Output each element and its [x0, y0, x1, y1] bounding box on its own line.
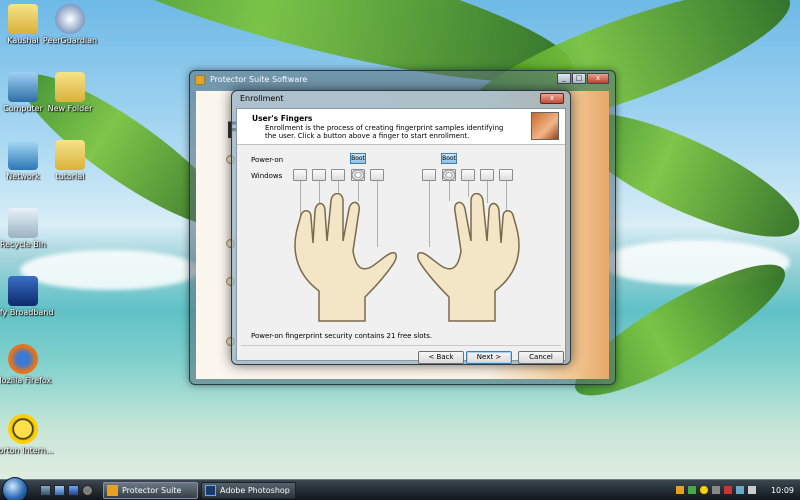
main-window-titlebar[interactable]: Protector Suite Software: [190, 71, 615, 89]
dialog-close-button[interactable]: x: [540, 93, 564, 104]
finger-button-left-ring[interactable]: [312, 169, 326, 181]
firefox-quicklaunch-icon[interactable]: [82, 485, 93, 496]
desktop-icon-new-folder[interactable]: New Folder: [38, 72, 102, 113]
desktop-icon-recycle-bin[interactable]: Recycle Bin: [0, 208, 55, 249]
dialog-title: Enrollment: [240, 94, 284, 103]
finger-button-right-index[interactable]: [442, 169, 456, 181]
finger-button-left-index[interactable]: [351, 169, 365, 181]
taskbar-clock[interactable]: 10:09: [771, 480, 794, 500]
dialog-titlebar[interactable]: Enrollment x: [232, 91, 570, 107]
footer-divider: [241, 345, 561, 346]
recycle-bin-icon: [8, 208, 38, 238]
protector-icon: [107, 485, 118, 496]
maximize-button[interactable]: □: [572, 73, 586, 84]
desktop-icon-tutorial[interactable]: tutorial: [38, 140, 102, 181]
norton-icon: [8, 414, 38, 444]
desktop-icon-peerguardian[interactable]: PeerGuardian: [38, 4, 102, 45]
free-slots-status: Power-on fingerprint security contains 2…: [251, 332, 433, 340]
computer-icon: [8, 72, 38, 102]
wizard-header-description: Enrollment is the process of creating fi…: [265, 124, 504, 140]
finger-button-right-ring[interactable]: [480, 169, 494, 181]
tray-connection-icon[interactable]: [736, 486, 744, 494]
back-button[interactable]: < Back: [418, 351, 464, 364]
photoshop-icon: [205, 485, 216, 496]
internet-explorer-icon[interactable]: [68, 485, 79, 496]
finger-button-left-little[interactable]: [293, 169, 307, 181]
protector-icon: [195, 75, 205, 85]
enrollment-dialog[interactable]: Enrollment x User's Fingers Enrollment i…: [231, 90, 571, 365]
right-hand-icon: [417, 193, 520, 322]
taskbar-item-protector-suite[interactable]: Protector Suite Soft...: [103, 482, 198, 499]
taskbar-item-label: Adobe Photoshop: [220, 486, 290, 495]
tray-volume-icon[interactable]: [748, 486, 756, 494]
taskbar-item-label: Protector Suite Soft...: [122, 486, 182, 495]
tray-protector-icon[interactable]: [676, 486, 684, 494]
wizard-header-title: User's Fingers: [252, 114, 313, 123]
finger-button-right-little[interactable]: [499, 169, 513, 181]
dialog-content: User's Fingers Enrollment is the process…: [236, 108, 566, 364]
desktop-icon-firefox[interactable]: Mozilla Firefox: [0, 344, 55, 385]
next-button[interactable]: Next >: [466, 351, 512, 364]
tray-network-icon[interactable]: [712, 486, 720, 494]
start-button[interactable]: [2, 477, 28, 500]
peerguardian-icon: [55, 4, 85, 34]
wizard-header: User's Fingers Enrollment is the process…: [237, 109, 565, 145]
left-hand-icon: [294, 193, 397, 322]
power-on-label: Power-on: [251, 156, 284, 164]
sify-icon: [8, 276, 38, 306]
show-desktop-icon[interactable]: [40, 485, 51, 496]
tray-norton-icon[interactable]: [700, 486, 708, 494]
finger-button-left-middle[interactable]: [331, 169, 345, 181]
boot-badge-right-index: Boot: [441, 153, 457, 164]
switch-windows-icon[interactable]: [54, 485, 65, 496]
desktop-icon-sify-broadband[interactable]: Sify Broadband: [0, 276, 55, 317]
folder-icon: [8, 4, 38, 34]
finger-button-right-thumb[interactable]: [422, 169, 436, 181]
desktop-icon-norton[interactable]: Norton Intern...: [0, 414, 55, 455]
folder-icon: [55, 140, 85, 170]
finger-button-right-middle[interactable]: [461, 169, 475, 181]
windows-label: Windows: [251, 172, 283, 180]
network-icon: [8, 140, 38, 170]
hand-photo-icon: [531, 112, 559, 140]
cancel-button[interactable]: Cancel: [518, 351, 564, 364]
minimize-button[interactable]: _: [557, 73, 571, 84]
finger-button-left-thumb[interactable]: [370, 169, 384, 181]
boot-badge-left-index: Boot: [350, 153, 366, 164]
main-close-button[interactable]: x: [587, 73, 609, 84]
main-window-title: Protector Suite Software: [210, 75, 308, 84]
folder-icon: [55, 72, 85, 102]
tray-alert-icon[interactable]: [724, 486, 732, 494]
taskbar: Protector Suite Soft... Adobe Photoshop …: [0, 477, 800, 500]
tray-peerguardian-icon[interactable]: [688, 486, 696, 494]
taskbar-item-adobe-photoshop[interactable]: Adobe Photoshop: [201, 482, 296, 499]
firefox-icon: [8, 344, 38, 374]
